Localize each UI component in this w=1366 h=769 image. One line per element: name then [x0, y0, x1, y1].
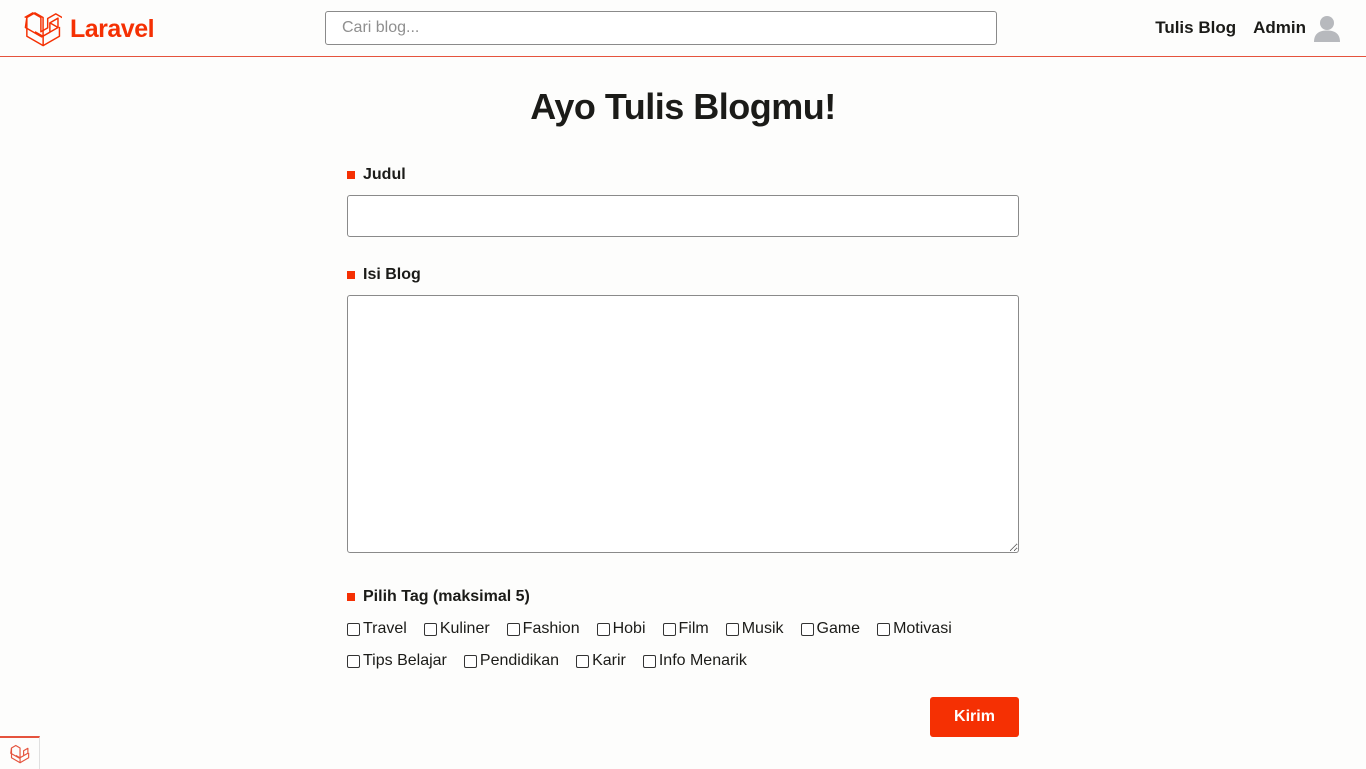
tag-checkbox[interactable] [642, 654, 656, 668]
tag-option[interactable]: Musik [725, 620, 784, 638]
tag-option[interactable]: Travel [347, 620, 407, 638]
nav-right: Tulis Blog Admin [1155, 12, 1342, 44]
laravel-logo-icon [24, 12, 62, 47]
tag-checkbox[interactable] [576, 654, 590, 668]
bullet-square-icon [347, 593, 355, 601]
tag-label: Travel [363, 620, 407, 637]
navbar: Laravel Tulis Blog Admin [0, 0, 1366, 57]
tag-label: Kuliner [439, 620, 490, 637]
title-input[interactable] [347, 195, 1019, 237]
tags-label-text: Pilih Tag (maksimal 5) [363, 588, 530, 605]
tag-label: Hobi [612, 620, 646, 637]
tag-checkbox[interactable] [347, 654, 360, 668]
bullet-square-icon [347, 171, 355, 179]
user-avatar-icon[interactable] [1312, 13, 1342, 43]
tag-checkbox[interactable] [662, 622, 676, 636]
tag-checkbox[interactable] [596, 622, 610, 636]
tag-label: Tips Belajar [363, 652, 447, 669]
title-label: Judul [347, 166, 406, 184]
brand-text: Laravel [70, 14, 155, 43]
content-textarea[interactable] [347, 295, 1019, 553]
tag-checkbox[interactable] [423, 622, 437, 636]
tag-label: Karir [592, 652, 626, 669]
content-label: Isi Blog [347, 266, 421, 284]
tag-label: Film [678, 620, 709, 637]
tags-label: Pilih Tag (maksimal 5) [347, 588, 530, 606]
submit-button[interactable]: Kirim [930, 697, 1019, 737]
search-input[interactable] [325, 11, 997, 45]
bullet-square-icon [347, 271, 355, 279]
write-blog-link[interactable]: Tulis Blog [1155, 18, 1236, 38]
tag-option[interactable]: Game [800, 620, 861, 638]
laravel-corner-icon [9, 744, 29, 763]
tag-label: Pendidikan [479, 652, 560, 669]
tag-checkbox[interactable] [347, 622, 360, 636]
tag-checkbox[interactable] [725, 622, 739, 636]
tag-label: Fashion [522, 620, 580, 637]
tag-checkbox[interactable] [800, 622, 814, 636]
tag-option[interactable]: Film [662, 620, 709, 638]
tag-label: Musik [741, 620, 784, 637]
tag-label: Game [816, 620, 861, 637]
tag-checkbox[interactable] [463, 654, 477, 668]
tag-option[interactable]: Tips Belajar [347, 652, 447, 670]
corner-badge[interactable] [0, 736, 40, 769]
tags-row-1: Travel Kuliner Fashion Hobi Film Musik G… [347, 620, 969, 638]
tag-option[interactable]: Motivasi [877, 620, 952, 638]
tag-label: Motivasi [893, 620, 952, 637]
brand-link[interactable]: Laravel [24, 9, 155, 49]
user-name-link[interactable]: Admin [1253, 18, 1306, 38]
title-label-text: Judul [363, 166, 406, 183]
tag-option[interactable]: Fashion [506, 620, 580, 638]
tag-option[interactable]: Hobi [596, 620, 646, 638]
tag-option[interactable]: Karir [576, 652, 626, 670]
tags-row-2: Tips Belajar Pendidikan Karir Info Menar… [347, 652, 764, 670]
page-title: Ayo Tulis Blogmu! [530, 86, 836, 127]
tag-option[interactable]: Pendidikan [463, 652, 560, 670]
tag-option[interactable]: Kuliner [423, 620, 490, 638]
tag-label: Info Menarik [658, 652, 747, 669]
tag-checkbox[interactable] [877, 622, 891, 636]
tag-checkbox[interactable] [506, 622, 520, 636]
tag-option[interactable]: Info Menarik [642, 652, 747, 670]
content-label-text: Isi Blog [363, 266, 421, 283]
